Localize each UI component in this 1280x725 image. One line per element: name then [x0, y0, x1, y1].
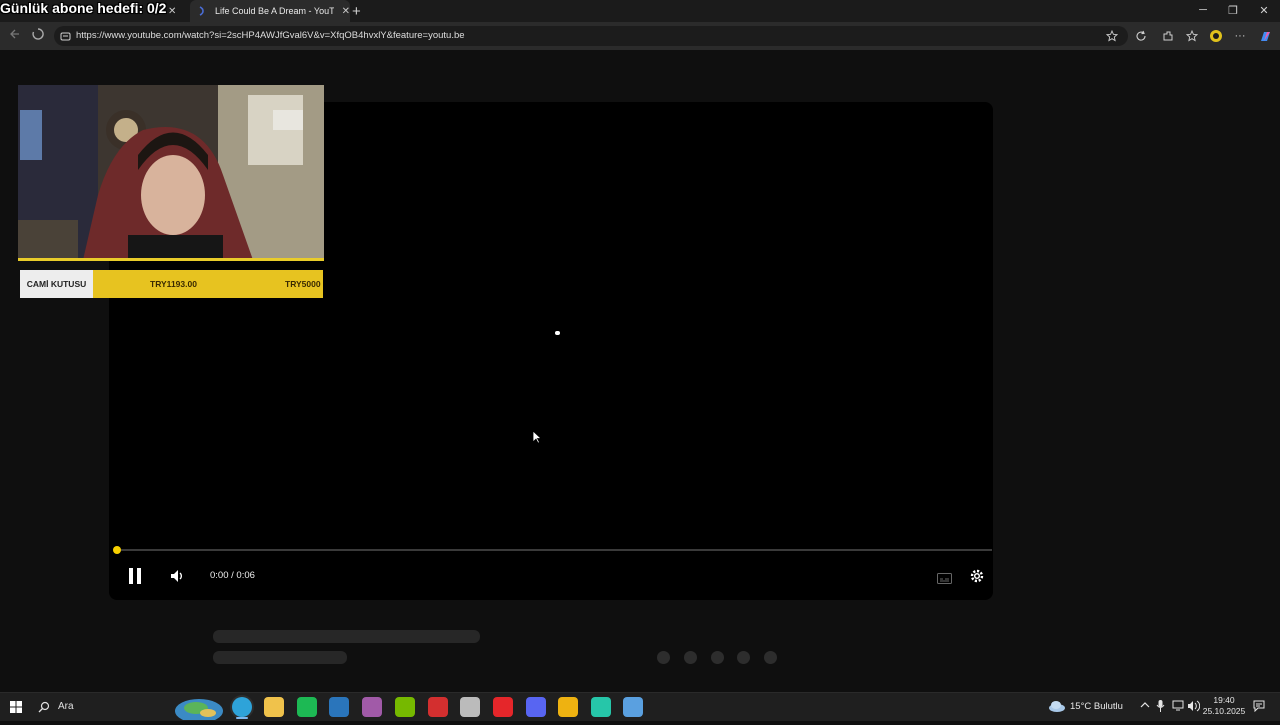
tray-overflow-chevron-icon[interactable]	[1140, 700, 1150, 713]
tab-close-icon[interactable]: ✕	[342, 6, 350, 17]
weather-text[interactable]: 15°C Bulutlu	[1070, 701, 1123, 712]
close-window-button[interactable]: ✕	[1254, 4, 1274, 17]
discord-icon[interactable]	[526, 697, 546, 717]
windows-start-icon[interactable]	[10, 700, 22, 718]
tab-close-icon[interactable]: ✕	[168, 6, 176, 17]
progress-bar[interactable]	[116, 549, 992, 551]
taskbar-clock[interactable]: 19:40 25.10.2025	[1200, 695, 1248, 717]
notifications-icon[interactable]	[1253, 700, 1265, 715]
profile-extension-icon[interactable]	[1208, 28, 1224, 44]
back-arrow-icon[interactable]	[8, 28, 20, 43]
active-app-indicator	[236, 717, 248, 719]
loading-indicator	[555, 331, 560, 335]
widgets-globe-icon[interactable]	[172, 693, 226, 725]
nvidia-icon[interactable]	[395, 697, 415, 717]
donation-current-amount: TRY1193.00	[150, 279, 197, 289]
webcam-overlay	[18, 85, 324, 260]
spotify-icon[interactable]	[297, 697, 317, 717]
new-tab-button[interactable]: +	[352, 3, 361, 20]
tab-title: Life Could Be A Dream - YouTube	[215, 6, 334, 16]
tab-active[interactable]: Life Could Be A Dream - YouTube ✕	[190, 0, 350, 22]
site-info-icon[interactable]	[60, 29, 71, 47]
webcam-accent-bar	[18, 258, 324, 261]
time-total: 0:06	[236, 570, 255, 581]
volume-icon[interactable]	[170, 569, 184, 588]
stream-goal-overlay: Günlük abone hedefi: 0/2	[0, 0, 167, 16]
title-skeleton	[213, 630, 480, 643]
loading-spinner-icon[interactable]	[32, 28, 44, 43]
subtitles-icon[interactable]	[937, 571, 952, 589]
teal-app-icon[interactable]	[591, 697, 611, 717]
steam-icon[interactable]	[329, 697, 349, 717]
search-icon[interactable]	[38, 700, 50, 718]
more-options-icon[interactable]: ···	[1232, 28, 1248, 44]
opera-icon[interactable]	[493, 697, 513, 717]
favorite-star-icon[interactable]	[1104, 28, 1120, 44]
action-skeleton	[737, 651, 750, 664]
copilot-icon[interactable]	[1257, 28, 1273, 44]
time-current: 0:00	[210, 570, 229, 581]
time-separator: /	[231, 570, 234, 581]
action-skeleton	[657, 651, 670, 664]
clock-time: 19:40	[1213, 695, 1235, 705]
pause-button[interactable]	[127, 567, 143, 590]
microphone-icon[interactable]	[1156, 700, 1165, 715]
youtube-favicon-icon	[198, 6, 208, 16]
clock-date: 25.10.2025	[1202, 706, 1246, 716]
channel-skeleton	[213, 651, 347, 664]
donation-target-amount: TRY5000	[285, 279, 321, 289]
file-explorer-icon[interactable]	[264, 697, 284, 717]
refresh-icon[interactable]	[1133, 28, 1149, 44]
time-display: 0:00 / 0:06	[210, 570, 255, 581]
collections-icon[interactable]	[1184, 28, 1200, 44]
action-skeleton	[711, 651, 724, 664]
minimize-button[interactable]: ─	[1193, 4, 1213, 16]
edge-icon[interactable]	[232, 697, 252, 717]
mouse-cursor-icon	[532, 430, 543, 449]
red-app-icon[interactable]	[428, 697, 448, 717]
weather-cloud-icon[interactable]	[1048, 700, 1066, 715]
settings-gear-icon[interactable]	[969, 568, 985, 589]
donation-label: CAMİ KUTUSU	[20, 270, 93, 298]
url-text[interactable]: https://www.youtube.com/watch?si=2scHP4A…	[76, 30, 465, 41]
taskbar-search-label[interactable]: Ara	[58, 701, 74, 712]
chrome-icon[interactable]	[558, 697, 578, 717]
network-icon[interactable]	[1172, 700, 1184, 714]
progress-scrubber[interactable]	[113, 546, 121, 554]
maximize-button[interactable]: ❐	[1223, 4, 1243, 17]
steam-alt-icon[interactable]	[623, 697, 643, 717]
speaker-icon[interactable]	[1187, 700, 1201, 715]
game-app-icon[interactable]	[460, 697, 480, 717]
action-skeleton	[684, 651, 697, 664]
action-skeleton	[764, 651, 777, 664]
extensions-icon[interactable]	[1160, 28, 1176, 44]
visual-studio-icon[interactable]	[362, 697, 382, 717]
